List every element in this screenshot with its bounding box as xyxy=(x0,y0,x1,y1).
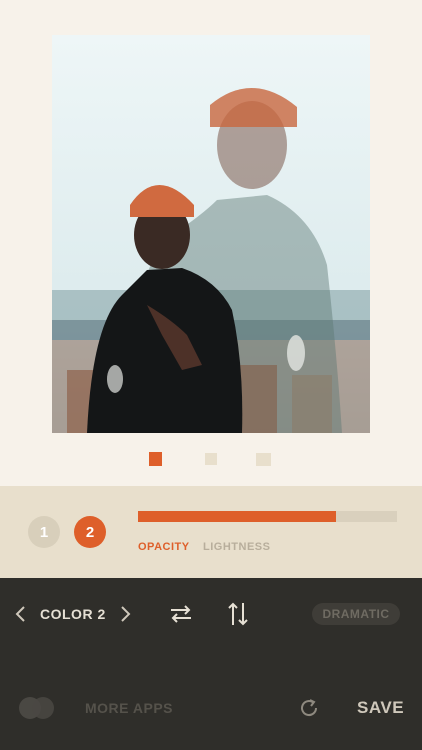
page-dot[interactable] xyxy=(149,452,162,466)
swap-icon[interactable] xyxy=(169,602,193,626)
save-button[interactable]: SAVE xyxy=(357,698,404,718)
page-dot[interactable] xyxy=(256,453,271,466)
color-label: COLOR 2 xyxy=(40,606,106,622)
blend-mode-button[interactable]: DRAMATIC xyxy=(312,603,400,625)
color-selector: COLOR 2 xyxy=(14,604,132,624)
tab-opacity[interactable]: OPACITY xyxy=(138,541,190,553)
layer-2-button[interactable]: 2 xyxy=(74,516,106,548)
bottom-toolbar: COLOR 2 DRAMATIC MORE APPS SAVE xyxy=(0,578,422,750)
edited-photo[interactable] xyxy=(52,35,370,433)
page-indicator xyxy=(0,452,422,466)
tab-lightness[interactable]: LIGHTNESS xyxy=(203,541,270,553)
slider-fill xyxy=(138,511,337,522)
more-apps-link[interactable]: MORE APPS xyxy=(85,700,173,716)
flip-vertical-icon[interactable] xyxy=(226,601,250,627)
reset-icon[interactable] xyxy=(298,697,320,719)
page-dot[interactable] xyxy=(205,453,217,465)
layer-1-button[interactable]: 1 xyxy=(28,516,60,548)
overlap-circles-icon[interactable] xyxy=(18,696,56,720)
opacity-slider[interactable] xyxy=(138,511,397,522)
layer-panel: 1 2 OPACITY LIGHTNESS xyxy=(0,486,422,578)
chevron-right-icon[interactable] xyxy=(118,605,132,623)
double-exposure-image xyxy=(52,35,370,433)
chevron-left-icon[interactable] xyxy=(14,605,28,623)
